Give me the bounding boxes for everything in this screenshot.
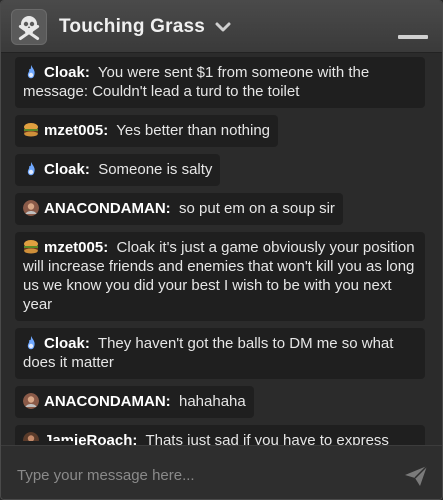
message-row: ANACONDAMAN: hahahaha — [15, 386, 434, 425]
message-bubble[interactable]: ANACONDAMAN: so put em on a soup sir — [15, 193, 343, 225]
message-bubble[interactable]: JamieRoach: Thats just sad if you have t… — [15, 425, 425, 445]
blue-flame-icon — [23, 64, 44, 81]
message-row: mzet005: Cloak it's just a game obviousl… — [15, 232, 434, 328]
title-bar: Touching Grass — [1, 1, 442, 53]
message-bubble[interactable]: Cloak: Someone is salty — [15, 154, 221, 186]
message-author[interactable]: mzet005: — [44, 239, 108, 256]
minimize-button[interactable] — [398, 35, 428, 39]
message-row: Cloak: They haven't got the balls to DM … — [15, 328, 434, 386]
message-row: JamieRoach: Thats just sad if you have t… — [15, 425, 434, 445]
message-bubble[interactable]: Cloak: They haven't got the balls to DM … — [15, 328, 425, 379]
message-bubble[interactable]: ANACONDAMAN: hahahaha — [15, 386, 254, 418]
burger-icon — [23, 239, 44, 256]
message-text: Yes better than nothing — [116, 122, 271, 139]
message-row: Cloak: You were sent $1 from someone wit… — [15, 57, 434, 115]
blue-flame-icon — [23, 335, 44, 352]
message-author[interactable]: mzet005: — [44, 122, 108, 139]
message-author[interactable]: Cloak: — [44, 161, 90, 178]
message-input[interactable] — [15, 466, 402, 485]
blue-flame-icon — [23, 161, 44, 178]
message-author[interactable]: Cloak: — [44, 335, 90, 352]
message-text: so put em on a soup sir — [179, 200, 335, 217]
chevron-down-icon[interactable] — [215, 21, 231, 33]
message-author[interactable]: ANACONDAMAN: — [44, 200, 171, 217]
message-text: hahahaha — [179, 393, 246, 410]
message-list[interactable]: Cloak: You were sent $1 from someone wit… — [1, 53, 442, 445]
skull-icon[interactable] — [11, 8, 47, 45]
message-bubble[interactable]: mzet005: Yes better than nothing — [15, 115, 279, 147]
message-row: mzet005: Yes better than nothing — [15, 115, 434, 154]
chat-title[interactable]: Touching Grass — [59, 16, 205, 38]
message-text: Someone is salty — [98, 161, 213, 178]
message-author[interactable]: ANACONDAMAN: — [44, 393, 171, 410]
composer — [1, 445, 442, 499]
burger-icon — [23, 122, 44, 139]
chat-window: Touching Grass Cloak: You were sent $1 f… — [0, 0, 443, 500]
user-photo-avatar — [23, 393, 44, 410]
user-photo-avatar — [23, 200, 44, 217]
message-author[interactable]: Cloak: — [44, 64, 90, 81]
message-row: Cloak: Someone is salty — [15, 154, 434, 193]
message-row: ANACONDAMAN: so put em on a soup sir — [15, 193, 434, 232]
message-bubble[interactable]: mzet005: Cloak it's just a game obviousl… — [15, 232, 425, 321]
message-bubble[interactable]: Cloak: You were sent $1 from someone wit… — [15, 57, 425, 108]
send-icon[interactable] — [402, 462, 430, 490]
